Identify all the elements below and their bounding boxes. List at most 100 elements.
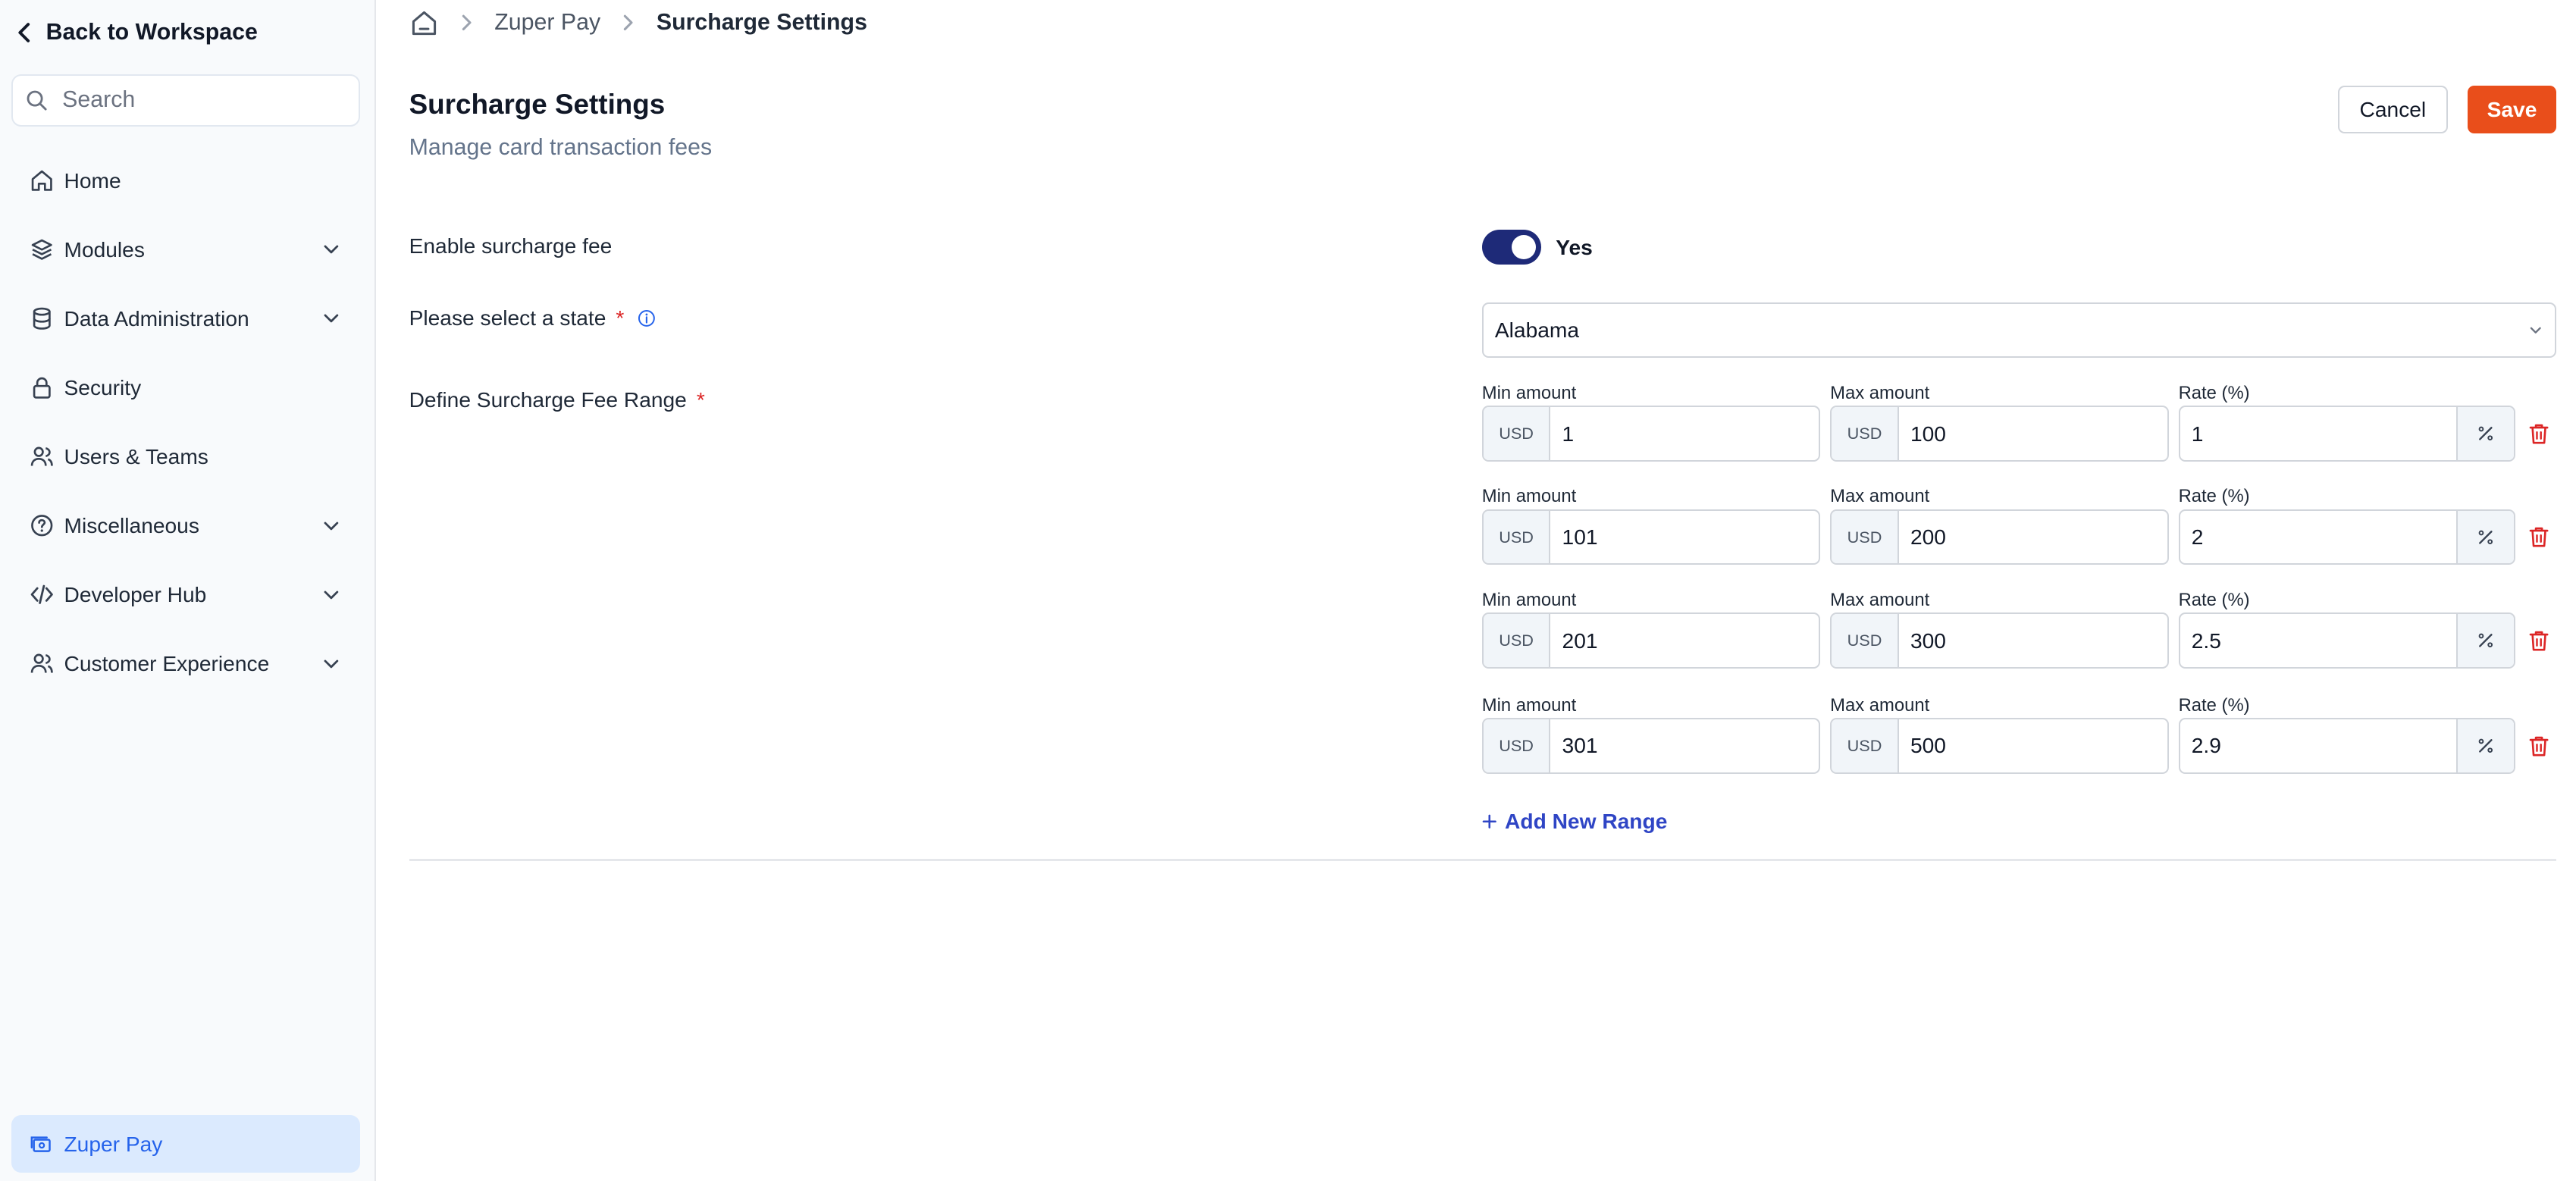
home-icon[interactable] (409, 8, 439, 38)
max-amount-label: Max amount (1830, 694, 1930, 716)
chevron-down-icon[interactable] (322, 517, 340, 535)
sidebar-item-customer-experience[interactable]: Customer Experience (0, 629, 376, 698)
sidebar-item-label: Developer Hub (64, 581, 207, 606)
percent-suffix (2456, 407, 2514, 460)
toggle-state-label: Yes (1556, 234, 1593, 259)
back-to-workspace-link[interactable]: Back to Workspace (17, 17, 258, 49)
min-amount-input[interactable] (1550, 510, 1819, 564)
max-amount-group: USD (1830, 718, 2169, 774)
min-amount-label: Min amount (1481, 486, 1577, 507)
search-icon (27, 90, 48, 111)
sidebar-item-label: Users & Teams (64, 443, 208, 468)
min-amount-label: Min amount (1481, 694, 1577, 716)
rate-input[interactable] (2180, 407, 2457, 460)
sidebar-item-users-teams[interactable]: Users & Teams (0, 422, 376, 491)
enable-surcharge-toggle[interactable] (1481, 230, 1541, 265)
trash-icon[interactable] (2528, 629, 2549, 652)
rate-group (2178, 406, 2515, 462)
sidebar-item-miscellaneous[interactable]: Miscellaneous (0, 491, 376, 560)
trash-icon[interactable] (2528, 525, 2549, 548)
min-amount-label: Min amount (1481, 589, 1577, 610)
chevron-down-icon[interactable] (322, 586, 340, 604)
payment-icon (30, 1136, 51, 1153)
enable-surcharge-label: Enable surcharge fee (409, 233, 613, 258)
currency-prefix: USD (1483, 719, 1551, 772)
chevron-right-icon (462, 15, 472, 31)
state-select-value: Alabama (1494, 318, 1580, 343)
percent-icon (2478, 738, 2493, 753)
sidebar-footer-label: Zuper Pay (64, 1131, 163, 1156)
sidebar-item-security[interactable]: Security (0, 353, 376, 422)
currency-prefix: USD (1832, 510, 1899, 564)
sidebar-item-label: Customer Experience (64, 650, 270, 675)
trash-icon[interactable] (2528, 735, 2549, 757)
max-amount-label: Max amount (1830, 486, 1930, 507)
sidebar-item-label: Miscellaneous (64, 512, 199, 537)
rate-input[interactable] (2180, 719, 2457, 772)
range-row: Min amount Max amount Rate (%) USD USD (1481, 382, 2566, 468)
percent-suffix (2456, 719, 2514, 772)
rate-label: Rate (%) (2178, 382, 2250, 403)
sidebar-item-zuper-pay[interactable]: Zuper Pay (11, 1115, 360, 1173)
min-amount-label: Min amount (1481, 382, 1577, 403)
info-icon[interactable] (638, 309, 656, 327)
min-amount-input[interactable] (1550, 719, 1819, 772)
trash-icon[interactable] (2528, 422, 2549, 445)
min-amount-input[interactable] (1550, 407, 1819, 460)
min-amount-group: USD (1481, 406, 1821, 462)
rate-group (2178, 718, 2515, 774)
users-icon (30, 446, 53, 466)
percent-icon (2478, 530, 2493, 544)
state-select[interactable]: Alabama (1481, 302, 2556, 359)
breadcrumb-item-zuper-pay[interactable]: Zuper Pay (494, 10, 600, 36)
min-amount-group: USD (1481, 612, 1821, 669)
sidebar-item-label: Home (64, 168, 121, 193)
chevron-down-icon[interactable] (322, 240, 340, 258)
cancel-button[interactable]: Cancel (2337, 85, 2448, 133)
add-new-range-label: Add New Range (1505, 809, 1668, 834)
max-amount-group: USD (1830, 406, 2169, 462)
search-box[interactable] (11, 74, 360, 127)
page-subtitle: Manage card transaction fees (409, 134, 713, 160)
chevron-down-icon (2531, 327, 2542, 334)
currency-prefix: USD (1483, 614, 1551, 667)
max-amount-input[interactable] (1898, 614, 2167, 667)
chevron-down-icon[interactable] (322, 309, 340, 327)
range-row: Min amount Max amount Rate (%) USD USD (1481, 589, 2566, 675)
rate-group (2178, 612, 2515, 669)
rate-label: Rate (%) (2178, 694, 2250, 716)
users-icon (30, 653, 53, 673)
rate-input[interactable] (2180, 510, 2457, 564)
max-amount-input[interactable] (1898, 407, 2167, 460)
sidebar-item-modules[interactable]: Modules (0, 215, 376, 284)
max-amount-label: Max amount (1830, 382, 1930, 403)
plus-icon (1482, 814, 1496, 829)
chevron-down-icon[interactable] (322, 655, 340, 673)
currency-prefix: USD (1832, 614, 1899, 667)
toggle-knob (1511, 234, 1537, 260)
main-content: Zuper Pay Surcharge Settings Surcharge S… (376, 0, 2576, 1181)
percent-icon (2478, 426, 2493, 441)
min-amount-group: USD (1481, 509, 1821, 565)
divider (409, 859, 2556, 861)
max-amount-input[interactable] (1898, 510, 2167, 564)
search-input[interactable] (58, 86, 345, 115)
add-new-range-button[interactable]: Add New Range (1482, 808, 1668, 835)
rate-label: Rate (%) (2178, 486, 2250, 507)
rate-group (2178, 509, 2515, 565)
sidebar-item-home[interactable]: Home (0, 146, 376, 215)
breadcrumb-item-current: Surcharge Settings (656, 10, 867, 36)
home-icon (31, 170, 52, 191)
rate-input[interactable] (2180, 614, 2457, 667)
max-amount-label: Max amount (1830, 589, 1930, 610)
required-asterisk: * (616, 305, 625, 330)
max-amount-group: USD (1830, 509, 2169, 565)
sidebar-item-developer-hub[interactable]: Developer Hub (0, 560, 376, 629)
chevron-right-icon (624, 15, 633, 31)
save-button[interactable]: Save (2467, 85, 2556, 133)
min-amount-input[interactable] (1550, 614, 1819, 667)
sidebar-item-data-administration[interactable]: Data Administration (0, 284, 376, 353)
back-to-workspace-label: Back to Workspace (45, 20, 258, 45)
code-icon (30, 584, 53, 605)
max-amount-input[interactable] (1898, 719, 2167, 772)
